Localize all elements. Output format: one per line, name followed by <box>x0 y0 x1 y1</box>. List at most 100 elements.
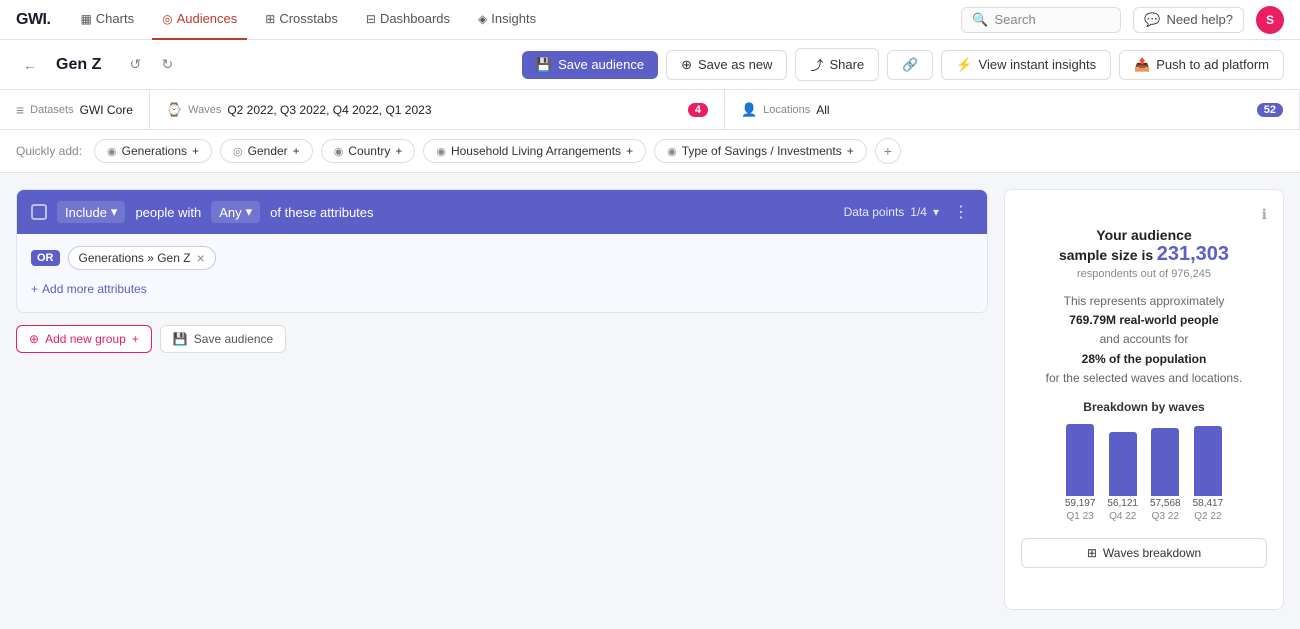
attribute-tag-gen-z[interactable]: Generations » Gen Z × <box>68 246 216 270</box>
main-content: Include ▾ people with Any ▾ of these att… <box>0 173 1300 626</box>
subheader-actions: 💾 Save audience ⊕ Save as new ⤴ Share 🔗 … <box>522 48 1284 81</box>
waves-icon: ⌚ <box>166 102 182 118</box>
dashboards-icon: ⊟ <box>366 12 376 26</box>
bar-value: 57,568 <box>1150 498 1181 509</box>
or-badge: OR <box>31 250 60 266</box>
share-button[interactable]: ⤴ Share <box>795 48 879 81</box>
audiences-icon: ◎ <box>162 12 172 26</box>
data-points-label: Data points <box>844 205 905 219</box>
nav-crosstabs[interactable]: ⊞ Crosstabs <box>255 0 348 40</box>
nav-insights[interactable]: ◈ Insights <box>468 0 546 40</box>
quickadd-chip-savings[interactable]: ◉ Type of Savings / Investments + <box>654 139 867 163</box>
bar <box>1151 428 1179 496</box>
bar <box>1109 432 1137 496</box>
bar-col: 57,568Q3 22 <box>1150 428 1181 522</box>
datasets-icon: ≡ <box>16 102 24 118</box>
back-button[interactable]: ← <box>16 51 44 79</box>
data-points-chevron-icon: ▾ <box>933 205 939 219</box>
datasets-segment[interactable]: ≡ Datasets GWI Core <box>0 90 150 129</box>
nav-audiences-label: Audiences <box>177 11 238 26</box>
locations-label: Locations <box>763 104 810 116</box>
nav-right: 🔍 Search 💬 Need help? S <box>961 6 1284 34</box>
plus-icon: + <box>192 144 199 158</box>
bar-value: 58,417 <box>1193 498 1224 509</box>
gender-chip-icon: ◎ <box>233 145 243 158</box>
top-nav: GWI. ▦ Charts ◎ Audiences ⊞ Crosstabs ⊟ … <box>0 0 1300 40</box>
group-checkbox[interactable] <box>31 204 47 220</box>
tag-close-icon[interactable]: × <box>197 251 205 265</box>
attribute-area: OR Generations » Gen Z × + Add more attr… <box>17 234 987 312</box>
selected-text: for the selected waves and locations. <box>1046 371 1243 385</box>
include-label: Include <box>65 205 107 220</box>
dataset-bar: ≡ Datasets GWI Core ⌚ Waves Q2 2022, Q3 … <box>0 90 1300 130</box>
save-audience-inline-label: Save audience <box>194 332 273 346</box>
bars-container: 59,197Q1 2356,121Q4 2257,568Q3 2258,417Q… <box>1065 424 1223 522</box>
quickadd-more-button[interactable]: + <box>875 138 901 164</box>
real-world-people: 769.79M real-world people <box>1069 313 1218 327</box>
any-chevron-icon: ▾ <box>246 204 253 220</box>
save-audience-inline-button[interactable]: 💾 Save audience <box>160 325 286 353</box>
nav-insights-label: Insights <box>491 11 536 26</box>
waves-segment[interactable]: ⌚ Waves Q2 2022, Q3 2022, Q4 2022, Q1 20… <box>150 90 725 129</box>
datasets-value: GWI Core <box>80 103 133 117</box>
nav-audiences[interactable]: ◎ Audiences <box>152 0 247 40</box>
locations-segment[interactable]: 👤 Locations All 52 <box>725 90 1300 129</box>
view-insights-button[interactable]: ⚡ View instant insights <box>941 50 1111 80</box>
info-icon[interactable]: ℹ <box>1262 206 1267 223</box>
country-chip-label: Country <box>348 144 390 158</box>
search-box[interactable]: 🔍 Search <box>961 7 1121 33</box>
quickadd-bar: Quickly add: ◉ Generations + ◎ Gender + … <box>0 130 1300 173</box>
push-to-ad-platform-button[interactable]: 📤 Push to ad platform <box>1119 50 1284 80</box>
locations-icon: 👤 <box>741 102 757 118</box>
savings-chip-icon: ◉ <box>667 145 677 158</box>
add-more-attributes[interactable]: + Add more attributes <box>31 278 973 300</box>
bar-label: Q4 22 <box>1109 511 1136 522</box>
include-dropdown[interactable]: Include ▾ <box>57 201 125 223</box>
quickadd-label: Quickly add: <box>16 144 82 158</box>
waves-breakdown-button[interactable]: ⊞ Waves breakdown <box>1021 538 1267 568</box>
plus-icon-household: + <box>626 144 633 158</box>
nav-charts[interactable]: ▦ Charts <box>70 0 144 40</box>
waves-label: Waves <box>188 104 221 116</box>
audience-builder: Include ▾ people with Any ▾ of these att… <box>16 189 988 610</box>
add-new-group-button[interactable]: ⊕ Add new group + <box>16 325 152 353</box>
group-options-button[interactable]: ⋮ <box>949 200 973 224</box>
bar <box>1066 424 1094 496</box>
search-icon: 🔍 <box>972 12 988 28</box>
plus-icon-gender: + <box>293 144 300 158</box>
gwi-logo: GWI. <box>16 11 50 29</box>
household-chip-icon: ◉ <box>436 145 446 158</box>
quickadd-chip-country[interactable]: ◉ Country + <box>321 139 416 163</box>
right-panel: ℹ Your audience sample size is 231,303 r… <box>1004 189 1284 610</box>
datasets-label: Datasets <box>30 104 73 116</box>
add-group-plus-icon: + <box>132 332 139 346</box>
insights-btn-icon: ⚡ <box>956 57 972 73</box>
quickadd-chip-gender[interactable]: ◎ Gender + <box>220 139 313 163</box>
gender-chip-label: Gender <box>248 144 288 158</box>
audience-size-heading: Your audience sample size is 231,303 <box>1059 227 1229 266</box>
link-button[interactable]: 🔗 <box>887 50 933 80</box>
need-help-button[interactable]: 💬 Need help? <box>1133 7 1244 33</box>
any-dropdown[interactable]: Any ▾ <box>211 201 260 223</box>
save-audience-button[interactable]: 💾 Save audience <box>522 51 658 79</box>
data-points-control[interactable]: Data points 1/4 ▾ <box>844 205 939 219</box>
page-title: Gen Z <box>56 56 101 74</box>
quickadd-chip-household[interactable]: ◉ Household Living Arrangements + <box>423 139 646 163</box>
redo-button[interactable]: ↻ <box>153 51 181 79</box>
user-avatar[interactable]: S <box>1256 6 1284 34</box>
real-world-description: This represents approximately 769.79M re… <box>1046 292 1243 388</box>
nav-dashboards[interactable]: ⊟ Dashboards <box>356 0 460 40</box>
waves-badge: 4 <box>688 103 708 117</box>
save-as-new-button[interactable]: ⊕ Save as new <box>666 50 787 80</box>
back-icon: ← <box>23 57 37 73</box>
add-group-icon: ⊕ <box>29 332 39 346</box>
nav-dashboards-label: Dashboards <box>380 11 450 26</box>
audience-size-number: 231,303 <box>1157 243 1229 265</box>
save-as-new-label: Save as new <box>698 57 772 72</box>
add-group-label: Add new group <box>45 332 126 346</box>
quickadd-chip-generations[interactable]: ◉ Generations + <box>94 139 212 163</box>
undo-button[interactable]: ↺ <box>121 51 149 79</box>
insights-icon: ◈ <box>478 12 487 26</box>
view-insights-label: View instant insights <box>979 57 1097 72</box>
audience-size-prefix: Your audience <box>1096 227 1191 243</box>
